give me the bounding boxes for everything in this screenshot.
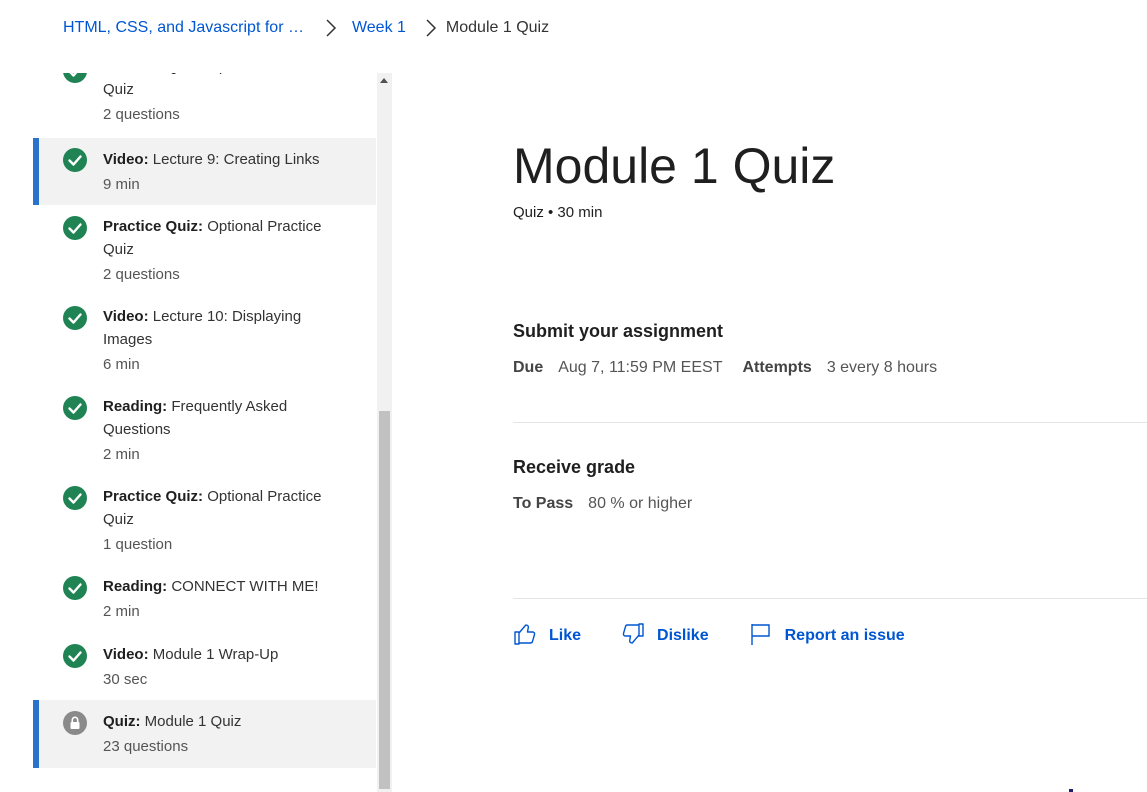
thumbs-up-icon xyxy=(513,622,549,651)
like-label: Like xyxy=(549,627,582,644)
scrollbar-thumb[interactable] xyxy=(379,411,390,789)
breadcrumb-week-link[interactable]: Week 1 xyxy=(352,19,406,37)
lock-icon xyxy=(63,711,87,735)
pass-value: 80 % or higher xyxy=(588,495,693,512)
item-type: Quiz: xyxy=(103,713,141,730)
due-label: Due xyxy=(513,359,544,376)
chevron-right-icon xyxy=(424,19,438,37)
item-type: Practice Quiz: xyxy=(103,488,204,505)
quiz-meta: Quiz • 30 min xyxy=(513,204,603,221)
grade-heading: Receive grade xyxy=(513,457,636,477)
sidebar-scrollbar[interactable] xyxy=(377,73,392,792)
due-value: Aug 7, 11:59 PM EEST xyxy=(558,359,723,376)
item-title: Module 1 Quiz xyxy=(144,713,242,730)
sidebar-item[interactable]: Practice Quiz: Optional Practice Quiz 1 … xyxy=(33,475,376,565)
check-circle-icon xyxy=(63,396,87,420)
sidebar-item[interactable]: Reading: CONNECT WITH ME! 2 min xyxy=(33,565,376,633)
sidebar-item[interactable]: Video: Lecture 9: Creating Links 9 min xyxy=(33,138,376,205)
scroll-up-icon[interactable] xyxy=(380,78,388,83)
breadcrumb-course-link[interactable]: HTML, CSS, and Javascript for … xyxy=(63,19,304,37)
item-type: Practice Quiz: xyxy=(103,218,204,235)
pass-label: To Pass xyxy=(513,495,574,512)
item-title: Optional Practice Quiz xyxy=(103,73,321,98)
item-type: Practice Quiz: xyxy=(103,73,203,75)
breadcrumb: HTML, CSS, and Javascript for … Week 1 M… xyxy=(63,16,549,40)
item-duration: 1 question xyxy=(103,536,173,553)
divider xyxy=(513,598,1147,599)
feedback-actions: Like Dislike Report an issue xyxy=(513,622,945,650)
item-duration: 2 questions xyxy=(103,266,180,283)
item-duration: 23 questions xyxy=(103,738,189,755)
sidebar-item[interactable]: Practice Quiz: Optional Practice Quiz 2 … xyxy=(33,73,376,139)
thumbs-down-icon xyxy=(621,622,657,651)
sidebar-item[interactable]: Video: Module 1 Wrap-Up 30 sec xyxy=(33,633,376,700)
check-circle-icon xyxy=(63,644,87,668)
grade-details: To Pass 80 % or higher xyxy=(513,495,712,513)
attempts-label: Attempts xyxy=(742,359,812,376)
attempts-value: 3 every 8 hours xyxy=(826,359,938,376)
sidebar-item[interactable]: Video: Lecture 10: Displaying Images 6 m… xyxy=(33,295,376,385)
dislike-button[interactable]: Dislike xyxy=(621,622,709,651)
divider xyxy=(513,422,1147,423)
item-title: Lecture 9: Creating Links xyxy=(152,151,320,168)
chevron-right-icon xyxy=(324,19,338,37)
item-type: Video: xyxy=(103,308,149,325)
check-circle-icon xyxy=(63,306,87,330)
item-title: Module 1 Wrap-Up xyxy=(152,646,279,663)
like-button[interactable]: Like xyxy=(513,622,581,651)
sidebar-item[interactable]: Practice Quiz: Optional Practice Quiz 2 … xyxy=(33,205,376,295)
flag-icon xyxy=(749,622,785,651)
dislike-label: Dislike xyxy=(657,627,709,644)
item-duration: 9 min xyxy=(103,176,140,193)
check-circle-icon xyxy=(63,576,87,600)
submit-details: Due Aug 7, 11:59 PM EEST Attempts 3 ever… xyxy=(513,359,957,377)
item-type: Video: xyxy=(103,646,149,663)
check-circle-icon xyxy=(63,148,87,172)
item-duration: 6 min xyxy=(103,356,140,373)
item-duration: 2 min xyxy=(103,603,140,620)
report-issue-button[interactable]: Report an issue xyxy=(749,622,905,651)
item-type: Reading: xyxy=(103,398,168,415)
check-circle-icon xyxy=(63,216,87,240)
page-title: Module 1 Quiz xyxy=(513,138,836,194)
item-duration: 30 sec xyxy=(103,671,148,688)
item-type: Reading: xyxy=(103,578,168,595)
item-type: Video: xyxy=(103,151,149,168)
sidebar-item-current[interactable]: Quiz: Module 1 Quiz 23 questions xyxy=(33,700,376,768)
submit-heading: Submit your assignment xyxy=(513,321,724,341)
check-circle-icon xyxy=(63,486,87,510)
item-duration: 2 min xyxy=(103,446,140,463)
check-circle-icon xyxy=(63,73,87,83)
sidebar-item[interactable]: Reading: Frequently Asked Questions 2 mi… xyxy=(33,385,376,475)
item-title: CONNECT WITH ME! xyxy=(171,578,319,595)
item-duration: 2 questions xyxy=(103,106,180,123)
report-label: Report an issue xyxy=(784,627,905,644)
breadcrumb-current: Module 1 Quiz xyxy=(445,19,550,36)
course-outline-sidebar: Practice Quiz: Optional Practice Quiz 2 … xyxy=(33,73,377,792)
